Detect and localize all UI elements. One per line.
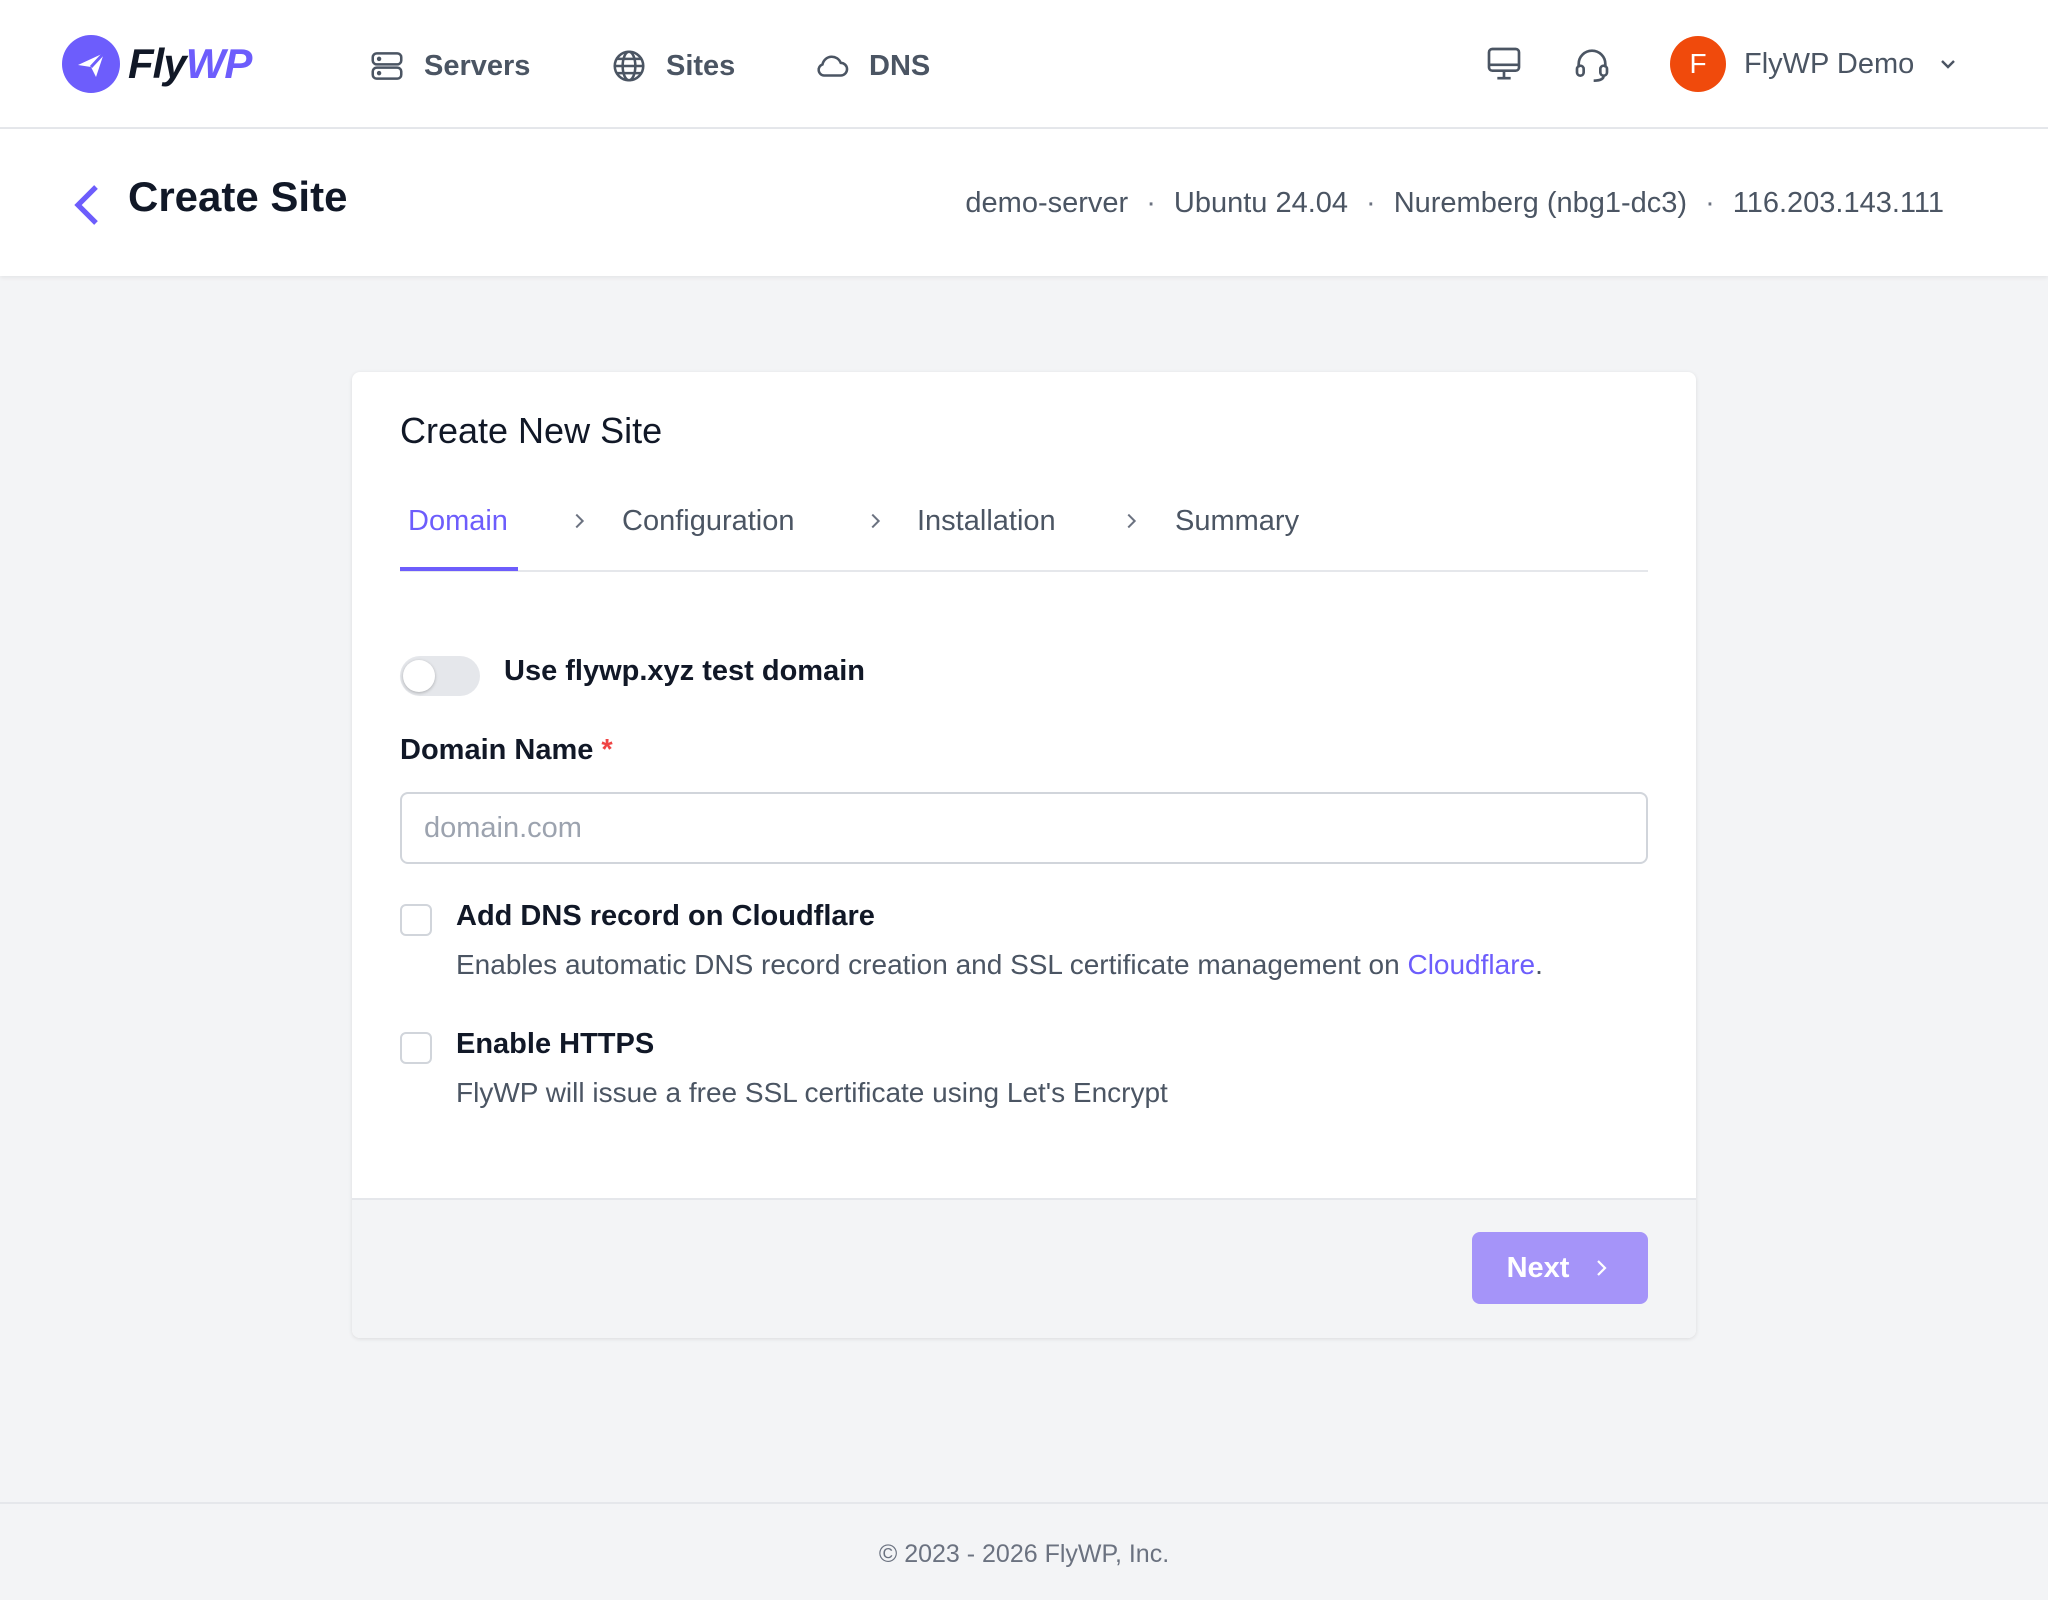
server-region: Nuremberg (nbg1-dc3)	[1393, 187, 1688, 219]
monitor-icon[interactable]	[1484, 44, 1524, 84]
copyright-text: © 2023 - 2026 FlyWP, Inc.	[878, 1540, 1170, 1568]
server-ip: 116.203.143.111	[1732, 187, 1944, 219]
next-button[interactable]: Next	[1472, 1232, 1648, 1304]
enable-https-title: Enable HTTPS	[456, 1028, 655, 1060]
required-mark: *	[601, 734, 613, 766]
meta-separator: ·	[1705, 187, 1715, 219]
chevron-right-icon	[871, 513, 881, 529]
active-tab-indicator	[400, 567, 518, 571]
next-button-label: Next	[1506, 1251, 1570, 1284]
enable-https-description: FlyWP will issue a free SSL certificate …	[456, 1077, 1168, 1108]
server-icon	[371, 52, 403, 80]
card-title: Create New Site	[400, 410, 663, 451]
back-chevron-icon[interactable]	[70, 183, 106, 227]
cloudflare-dns-checkbox[interactable]	[400, 904, 432, 936]
tab-configuration[interactable]: Configuration	[622, 496, 795, 572]
nav-link-label: Servers	[424, 49, 531, 82]
avatar: F	[1670, 36, 1726, 92]
headset-icon[interactable]	[1572, 44, 1612, 84]
top-navigation: FlyWP Servers Sites DNS F FlyWP Demo	[0, 0, 2048, 129]
meta-separator: ·	[1366, 187, 1376, 219]
domain-name-input[interactable]	[400, 792, 1648, 864]
nav-link-servers[interactable]: Servers	[368, 40, 530, 92]
toggle-knob	[403, 660, 435, 692]
flywp-logo[interactable]: FlyWP	[62, 34, 252, 94]
test-domain-toggle[interactable]	[400, 656, 480, 696]
cloud-icon	[817, 55, 849, 77]
globe-icon	[613, 50, 645, 82]
card-footer: Next	[352, 1198, 1696, 1338]
create-site-card: Create New Site Domain Configuration Ins…	[352, 372, 1696, 1338]
page-title: Create Site	[128, 173, 348, 220]
meta-separator: ·	[1146, 187, 1156, 219]
user-menu[interactable]: F FlyWP Demo	[1670, 36, 1960, 92]
server-os: Ubuntu 24.04	[1173, 187, 1349, 219]
tab-domain[interactable]: Domain	[408, 496, 508, 572]
flywp-logo-icon	[62, 35, 120, 93]
server-info: demo-server · Ubuntu 24.04 · Nuremberg (…	[965, 187, 1944, 220]
page-footer: © 2023 - 2026 FlyWP, Inc.	[0, 1502, 2048, 1600]
page-header: Create Site demo-server · Ubuntu 24.04 ·…	[0, 129, 2048, 276]
nav-link-label: Sites	[666, 49, 736, 82]
domain-name-label: Domain Name *	[400, 734, 613, 766]
nav-link-label: DNS	[869, 49, 931, 82]
enable-https-checkbox[interactable]	[400, 1032, 432, 1064]
nav-link-dns[interactable]: DNS	[813, 40, 930, 92]
brand-name: FlyWP	[128, 40, 252, 87]
test-domain-label: Use flywp.xyz test domain	[504, 655, 865, 687]
cloudflare-dns-description: Enables automatic DNS record creation an…	[456, 949, 1543, 980]
chevron-right-icon	[1597, 1260, 1607, 1276]
user-name: FlyWP Demo	[1744, 47, 1915, 80]
chevron-down-icon	[1941, 60, 1956, 69]
cloudflare-link[interactable]: Cloudflare	[1407, 949, 1535, 980]
cloudflare-dns-title: Add DNS record on Cloudflare	[456, 900, 875, 932]
tab-installation[interactable]: Installation	[917, 496, 1056, 572]
step-tabs: Domain Configuration Installation Summar…	[400, 496, 1648, 572]
chevron-right-icon	[575, 513, 585, 529]
server-name: demo-server	[965, 187, 1129, 219]
nav-link-sites[interactable]: Sites	[610, 40, 735, 92]
chevron-right-icon	[1127, 513, 1137, 529]
tab-summary[interactable]: Summary	[1175, 496, 1299, 572]
